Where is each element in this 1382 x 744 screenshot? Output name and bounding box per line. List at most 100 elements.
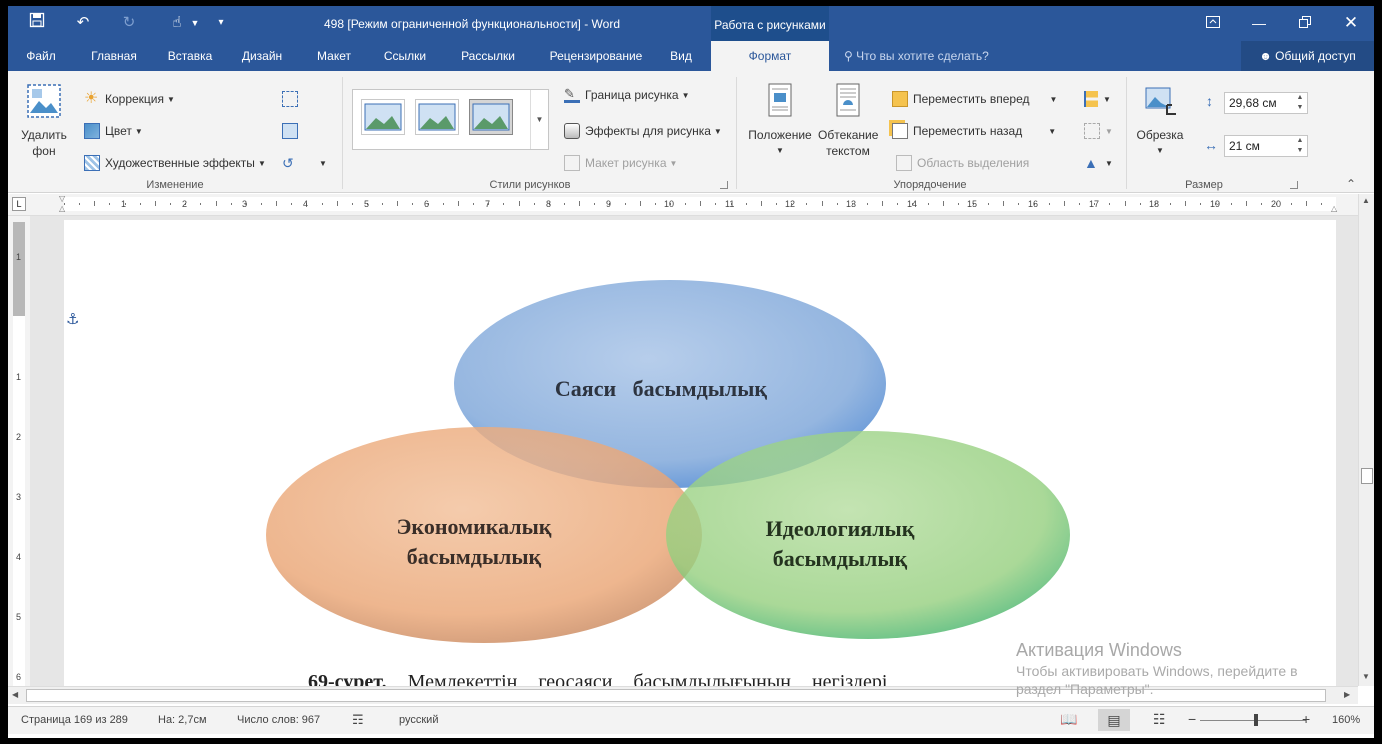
left-indent-icon[interactable]: △ (59, 204, 65, 213)
save-icon[interactable] (24, 12, 50, 34)
ribbon-display-options-icon[interactable] (1196, 12, 1230, 34)
venn-diagram[interactable]: Саяси басымдылық Экономикалық басымдылық… (264, 280, 1084, 660)
zoom-slider[interactable] (1200, 720, 1306, 721)
picture-border-button[interactable]: ✎ Граница рисунка ▼ (564, 87, 690, 103)
chevron-down-icon: ▼ (1049, 94, 1058, 104)
remove-background-button[interactable]: Удалить фон (16, 83, 72, 159)
tab-design[interactable]: Дизайн (234, 41, 290, 71)
vertical-scrollbar[interactable]: ▲ ▼ (1358, 194, 1374, 686)
picture-style-1[interactable] (361, 99, 405, 135)
vruler-number: 3 (16, 492, 22, 502)
bring-forward-button[interactable]: Переместить вперед ▼ (892, 91, 1057, 107)
language-indicator[interactable]: русский (399, 714, 438, 726)
read-mode-icon[interactable]: 📖 (1060, 711, 1077, 728)
zoom-level[interactable]: 160% (1332, 714, 1360, 726)
tab-view[interactable]: Вид (660, 41, 702, 71)
first-line-indent-icon[interactable]: ▽ (59, 194, 65, 203)
color-button[interactable]: Цвет ▼ (84, 123, 143, 139)
send-backward-icon (892, 123, 908, 139)
vertical-scroll-thumb[interactable] (1361, 468, 1373, 484)
restore-icon[interactable] (1288, 12, 1322, 34)
height-icon: ↕ (1206, 93, 1213, 109)
align-button[interactable]: ▼ (1084, 91, 1111, 107)
tab-selector-icon[interactable]: L (12, 197, 26, 211)
position-button[interactable]: Положение ▼ (744, 83, 816, 159)
undo-icon[interactable]: ↶ (70, 12, 96, 34)
tab-mailings[interactable]: Рассылки (448, 41, 528, 71)
correction-button[interactable]: ☀ Коррекция ▼ (84, 91, 175, 107)
height-stepper-icon[interactable]: ▲ ▼ (1293, 93, 1307, 113)
styles-dialog-launcher-icon[interactable] (720, 181, 728, 189)
horizontal-scrollbar[interactable]: ◀ ▶ (8, 686, 1358, 704)
gallery-more-icon[interactable]: ▼ (530, 90, 548, 149)
ruler-tick (1063, 201, 1065, 206)
picture-layout-button[interactable]: Макет рисунка ▼ (564, 155, 677, 171)
anchor-icon[interactable]: ⚓ (66, 310, 79, 328)
change-picture-button[interactable] (282, 123, 303, 139)
compress-pictures-button[interactable] (282, 91, 303, 107)
share-button[interactable]: ☻ Общий доступ (1241, 41, 1374, 71)
customize-qat-icon[interactable]: ▾ (208, 12, 234, 34)
size-dialog-launcher-icon[interactable] (1290, 181, 1298, 189)
rotate-button[interactable]: ▲ ▼ (1084, 155, 1113, 171)
picture-effects-button[interactable]: Эффекты для рисунка ▼ (564, 123, 722, 139)
width-value: 21 см (1229, 139, 1260, 153)
scroll-up-icon[interactable]: ▲ (1362, 196, 1370, 205)
reset-picture-button[interactable]: ↺ ▼ (282, 155, 327, 171)
scroll-left-icon[interactable]: ◀ (12, 690, 18, 699)
venn-label-ideological-2: басымдылық (773, 546, 908, 571)
picture-style-3[interactable] (469, 99, 513, 135)
print-layout-icon[interactable]: ▤ (1098, 709, 1130, 731)
scroll-down-icon[interactable]: ▼ (1362, 672, 1370, 681)
zoom-in-icon[interactable]: + (1302, 711, 1310, 727)
tab-format[interactable]: Формат (711, 41, 829, 71)
tab-home[interactable]: Главная (84, 41, 144, 71)
tell-me-search[interactable]: ⚲ Что вы хотите сделать? (844, 41, 989, 71)
picture-styles-gallery[interactable]: ▼ (352, 89, 549, 150)
proofing-icon[interactable]: ☶ (352, 712, 364, 728)
minimize-icon[interactable]: — (1242, 12, 1276, 34)
rotate-icon: ▲ (1084, 155, 1098, 171)
word-count[interactable]: Число слов: 967 (237, 714, 320, 726)
selection-pane-icon (896, 155, 912, 171)
artistic-effects-button[interactable]: Художественные эффекты ▼ (84, 155, 266, 171)
collapse-ribbon-icon[interactable]: ⌃ (1346, 177, 1356, 191)
document-page[interactable]: ⚓ Саяси басымдылық Экономикалық басымдыл… (64, 220, 1336, 686)
lightbulb-icon: ⚲ (844, 49, 857, 63)
close-icon[interactable]: ✕ (1334, 12, 1368, 34)
ruler-tick (882, 201, 884, 206)
page-counter[interactable]: Страница 169 из 289 (21, 714, 128, 726)
send-backward-button[interactable]: Переместить назад ▼ (892, 123, 1056, 139)
zoom-slider-thumb[interactable] (1254, 714, 1258, 726)
redo-icon[interactable]: ↻ (116, 12, 142, 34)
selection-pane-button[interactable]: Область выделения (896, 155, 1029, 171)
crop-button[interactable]: Обрезка ▼ (1132, 83, 1188, 159)
ruler-tick (1291, 203, 1293, 205)
document-area[interactable]: ⚓ Саяси басымдылық Экономикалық басымдыл… (30, 216, 1358, 686)
height-input[interactable]: 29,68 см ▲ ▼ (1224, 92, 1308, 114)
right-indent-icon[interactable]: △ (1331, 204, 1337, 213)
group-objects-button[interactable]: ▼ (1084, 123, 1113, 139)
chevron-down-icon: ▼ (1103, 94, 1111, 104)
chevron-down-icon: ▼ (669, 158, 678, 168)
width-input[interactable]: 21 см ▲ ▼ (1224, 135, 1308, 157)
picture-style-2[interactable] (415, 99, 459, 135)
scroll-right-icon[interactable]: ▶ (1344, 690, 1350, 699)
tab-file[interactable]: Файл (18, 41, 64, 71)
tab-review[interactable]: Рецензирование (540, 41, 652, 71)
tab-references[interactable]: Ссылки (374, 41, 436, 71)
width-stepper-icon[interactable]: ▲ ▼ (1293, 136, 1307, 156)
vertical-position[interactable]: На: 2,7см (158, 714, 207, 726)
vertical-ruler[interactable]: 1 1 2 3 4 5 6 (8, 216, 30, 686)
web-layout-icon[interactable]: ☷ (1153, 711, 1166, 728)
selection-pane-label: Область выделения (917, 156, 1030, 170)
ruler-tick (260, 203, 262, 205)
tab-layout[interactable]: Макет (308, 41, 360, 71)
touch-mode-dropdown-icon[interactable]: ▼ (182, 12, 208, 34)
tab-insert[interactable]: Вставка (160, 41, 220, 71)
wrap-text-button[interactable]: Обтекание текстом (816, 83, 880, 159)
horizontal-scroll-thumb[interactable] (26, 689, 1326, 702)
horizontal-ruler[interactable]: L ▽ △ △ 1 2 3 4 5 6 7 8 9 10 11 12 13 14… (8, 194, 1374, 216)
zoom-out-icon[interactable]: − (1188, 711, 1196, 727)
picture-effects-label: Эффекты для рисунка (585, 124, 711, 138)
